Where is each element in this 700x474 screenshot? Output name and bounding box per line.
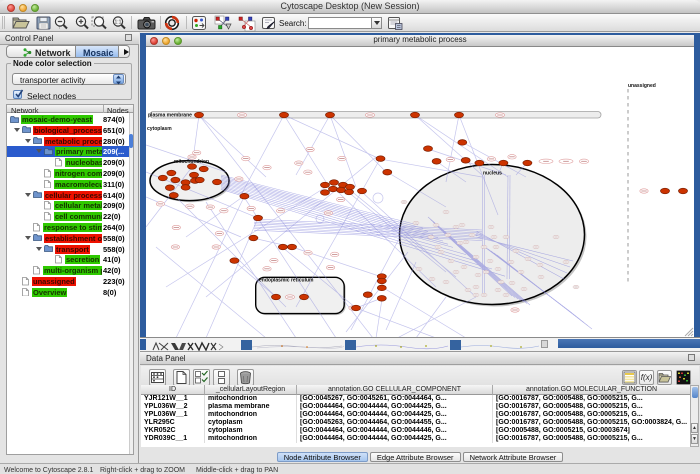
- svg-text:endoplasmic reticulum: endoplasmic reticulum: [259, 278, 314, 284]
- svg-text:cytoplasm: cytoplasm: [147, 126, 172, 132]
- svg-text:nucleus: nucleus: [483, 171, 502, 177]
- svg-text:unassigned: unassigned: [628, 83, 656, 89]
- svg-text:plasma membrane: plasma membrane: [148, 113, 192, 119]
- svg-text:1:1: 1:1: [115, 20, 122, 26]
